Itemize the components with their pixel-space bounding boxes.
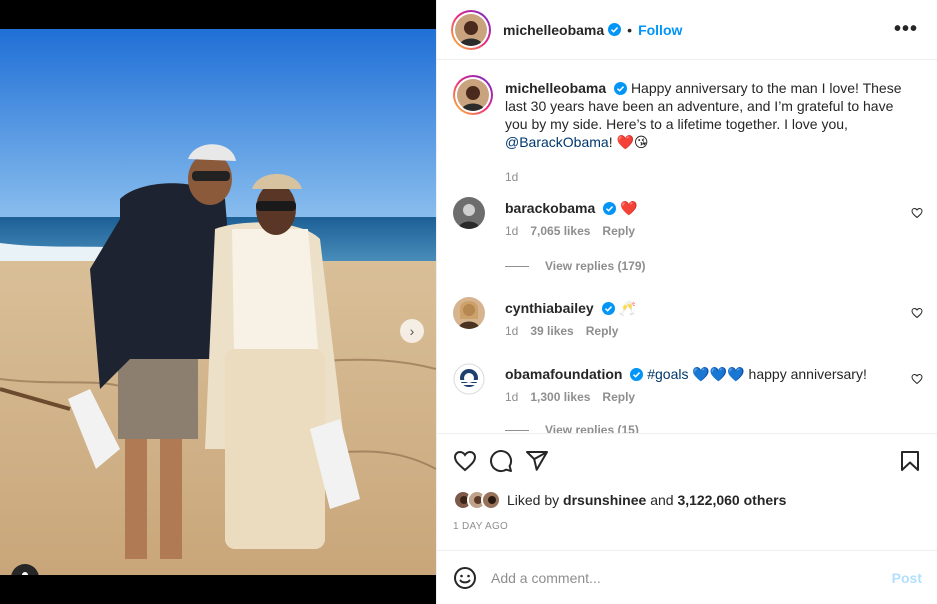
comment-username[interactable]: obamafoundation xyxy=(505,366,622,382)
comment-meta: 1d 7,065 likes Reply xyxy=(505,224,647,238)
caption-author-avatar[interactable] xyxy=(453,75,493,115)
liked-by-and: and xyxy=(650,492,674,508)
avatar-image xyxy=(455,13,487,46)
comment-username[interactable]: barackobama xyxy=(505,200,595,216)
post-details-panel: michelleobama • Follow ••• michelleobama… xyxy=(436,0,937,604)
obama-foundation-logo-icon xyxy=(453,363,485,395)
comment-text: ❤️ xyxy=(620,200,638,216)
comment-time: 1d xyxy=(505,390,519,404)
comment-item: cynthiabailey 🥂 1d 39 likes Reply xyxy=(453,297,923,357)
verified-badge-icon xyxy=(603,202,617,215)
caption-time: 1d xyxy=(505,170,519,184)
separator-dot: • xyxy=(627,21,633,38)
save-bookmark-icon[interactable] xyxy=(898,449,922,473)
caption-mention-link[interactable]: @BarackObama xyxy=(505,134,609,150)
comment-username[interactable]: cynthiabailey xyxy=(505,300,594,316)
comments-list[interactable]: michelleobama Happy anniversary to the m… xyxy=(437,61,937,433)
liker-avatars[interactable] xyxy=(453,490,501,510)
emoji-smiley-icon[interactable] xyxy=(453,566,477,590)
avatar-image xyxy=(453,197,485,229)
comment-avatar[interactable] xyxy=(453,297,485,329)
view-replies-button[interactable]: View replies (179) xyxy=(505,259,646,273)
post-actions: Liked by drsunshinee and 3,122,060 other… xyxy=(437,433,937,550)
verified-badge-icon xyxy=(614,82,628,95)
comment-time: 1d xyxy=(505,324,519,338)
liked-by-summary: Liked by drsunshinee and 3,122,060 other… xyxy=(453,490,786,510)
beach-photo xyxy=(0,29,436,575)
caption-meta: 1d xyxy=(505,170,530,184)
post-photo[interactable]: › xyxy=(0,29,436,575)
post-caption: michelleobama Happy anniversary to the m… xyxy=(453,75,923,184)
share-paper-plane-icon[interactable] xyxy=(525,449,549,473)
replies-divider xyxy=(505,266,529,268)
comment-time: 1d xyxy=(505,224,519,238)
post-header: michelleobama • Follow ••• xyxy=(437,0,937,60)
post-timestamp[interactable]: 1 DAY AGO xyxy=(453,521,508,532)
add-comment-bar: Post xyxy=(437,550,937,604)
verified-badge-icon xyxy=(630,368,644,381)
instagram-post-modal: › michelleobama • Follow ••• michelleoba… xyxy=(0,0,937,604)
user-icon xyxy=(22,572,28,575)
follow-button[interactable]: Follow xyxy=(638,22,682,38)
verified-badge-icon xyxy=(608,23,622,36)
reply-button[interactable]: Reply xyxy=(586,324,619,338)
verified-badge-icon xyxy=(601,302,615,315)
author-avatar[interactable] xyxy=(451,9,491,50)
liked-by-prefix: Liked by xyxy=(507,492,560,508)
view-replies-button[interactable]: View replies (15) xyxy=(505,423,639,433)
comment-likes[interactable]: 39 likes xyxy=(530,324,573,338)
comment-text: 💙💙💙 happy anniversary! xyxy=(692,366,867,382)
like-comment-heart-icon[interactable] xyxy=(911,207,923,219)
avatar-image xyxy=(483,492,499,508)
comment-item: obamafoundation #goals 💙💙💙 happy anniver… xyxy=(453,363,923,433)
like-comment-heart-icon[interactable] xyxy=(911,373,923,385)
comment-meta: 1d 1,300 likes Reply xyxy=(505,390,647,404)
like-comment-heart-icon[interactable] xyxy=(911,307,923,319)
reply-button[interactable]: Reply xyxy=(602,390,635,404)
next-photo-button[interactable]: › xyxy=(400,319,424,343)
chevron-right-icon: › xyxy=(409,323,415,339)
author-username[interactable]: michelleobama xyxy=(503,22,604,38)
more-options-icon[interactable]: ••• xyxy=(894,18,918,41)
comment-input[interactable] xyxy=(491,569,871,586)
comment-meta: 1d 39 likes Reply xyxy=(505,324,630,338)
view-replies-label: View replies (179) xyxy=(545,259,646,273)
comment-avatar[interactable] xyxy=(453,197,485,229)
comment-likes[interactable]: 1,300 likes xyxy=(530,390,590,404)
avatar-image xyxy=(457,79,489,111)
like-heart-icon[interactable] xyxy=(453,449,477,473)
post-comment-button[interactable]: Post xyxy=(892,570,922,586)
liked-by-user[interactable]: drsunshinee xyxy=(563,492,646,508)
comment-bubble-icon[interactable] xyxy=(489,449,513,473)
comment-text: 🥂 xyxy=(618,300,636,316)
caption-username[interactable]: michelleobama xyxy=(505,80,606,96)
comment-likes[interactable]: 7,065 likes xyxy=(530,224,590,238)
replies-divider xyxy=(505,430,529,432)
likes-count[interactable]: 3,122,060 others xyxy=(677,492,786,508)
avatar-image xyxy=(453,297,485,329)
reply-button[interactable]: Reply xyxy=(602,224,635,238)
caption-emoji: ! ❤️😘 xyxy=(608,134,649,150)
comment-item: barackobama ❤️ 1d 7,065 likes Reply View r… xyxy=(453,197,923,307)
comment-avatar[interactable] xyxy=(453,363,485,395)
view-replies-label: View replies (15) xyxy=(545,423,639,433)
comment-hashtag-link[interactable]: #goals xyxy=(647,366,688,382)
